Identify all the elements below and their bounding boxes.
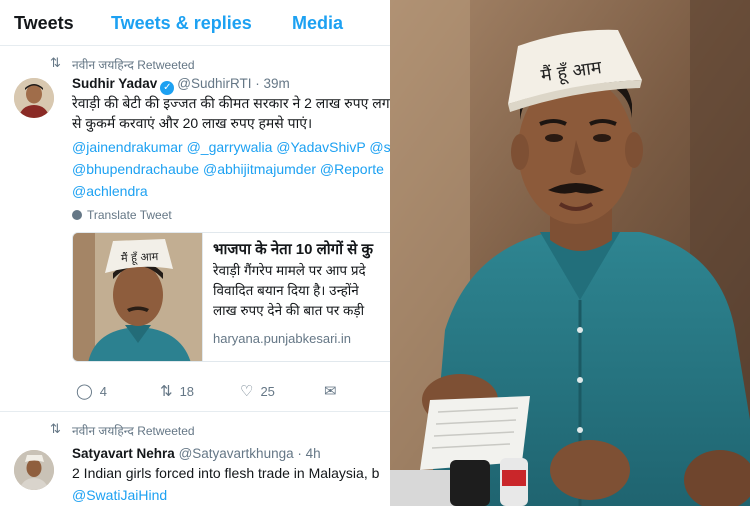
mention-link[interactable]: @bhupendrachaube @abhijitmajumder @Repor…	[72, 158, 390, 180]
like-button[interactable]: ♡ 25	[240, 382, 275, 400]
retweet-icon: ⇅	[50, 55, 61, 70]
twitter-profile-timeline: Tweets Tweets & replies Media ⇅ नवीन जयह…	[0, 0, 390, 506]
tab-tweets[interactable]: Tweets	[14, 13, 74, 34]
tab-tweets-and-replies[interactable]: Tweets & replies	[111, 13, 252, 34]
retweet-icon: ⇅	[50, 421, 61, 436]
globe-icon	[72, 210, 82, 220]
retweet-count: 18	[179, 384, 195, 399]
avatar[interactable]	[14, 78, 54, 118]
tab-media[interactable]: Media	[292, 13, 343, 34]
tweet[interactable]: ⇅ नवीन जयहिन्द Retweeted Satyavart Nehra…	[0, 412, 390, 506]
card-domain: haryana.punjabkesari.in	[213, 331, 352, 346]
tweet-actions: ◯ 4 ⇅ 18 ♡ 25 ✉	[72, 382, 372, 404]
card-description-line: लाख रुपए देने की बात पर कड़ी	[213, 303, 365, 318]
profile-tabs: Tweets Tweets & replies Media	[0, 0, 390, 46]
avatar[interactable]	[14, 450, 54, 490]
translate-label: Translate Tweet	[87, 208, 172, 222]
retweeted-by-label: नवीन जयहिन्द Retweeted	[72, 58, 195, 72]
retweeted-by-label: नवीन जयहिन्द Retweeted	[72, 424, 195, 438]
retweet-context: ⇅ नवीन जयहिन्द Retweeted	[50, 55, 195, 73]
display-name[interactable]: Satyavart Nehra	[72, 446, 175, 461]
retweet-button[interactable]: ⇅ 18	[160, 382, 194, 400]
link-card[interactable]: मैं हूँ आम भाजपा के नेता 10 लोगों से कु …	[72, 232, 390, 362]
mention-link[interactable]: @SwatiJaiHind	[72, 484, 167, 506]
tweet-header: Sudhir Yadav ✓ @SudhirRTI · 39m	[72, 76, 290, 95]
card-body: भाजपा के नेता 10 लोगों से कु रेवाड़ी गैं…	[213, 239, 390, 321]
mention-link[interactable]: @jainendrakumar @_garrywalia @YadavShivP…	[72, 136, 390, 158]
tweet-text-line: 2 Indian girls forced into flesh trade i…	[72, 465, 380, 481]
reply-icon: ◯	[76, 383, 93, 400]
heart-icon: ♡	[240, 383, 254, 400]
reply-button[interactable]: ◯ 4	[76, 382, 107, 400]
card-description-line: रेवाड़ी गैंगरेप मामले पर आप प्रदे	[213, 263, 366, 278]
tweet-text: रेवाड़ी की बेटी की इज्जत की कीमत सरकार न…	[72, 94, 390, 133]
tweet-time[interactable]: · 4h	[297, 446, 320, 461]
tweet[interactable]: ⇅ नवीन जयहिन्द Retweeted Sudhir Yadav ✓ @S…	[0, 46, 390, 412]
tweet-header: Satyavart Nehra @Satyavartkhunga · 4h	[72, 446, 321, 461]
news-photo: मैं हूँ आम	[390, 0, 750, 506]
card-description-line: विवादित बयान दिया है। उन्होंने	[213, 283, 359, 298]
envelope-icon: ✉	[324, 383, 337, 400]
translate-tweet-link[interactable]: Translate Tweet	[72, 208, 172, 222]
retweet-icon: ⇅	[160, 383, 173, 400]
card-title: भाजपा के नेता 10 लोगों से कु	[213, 241, 373, 258]
user-handle[interactable]: @SudhirRTI	[177, 76, 251, 91]
retweet-context: ⇅ नवीन जयहिन्द Retweeted	[50, 421, 195, 439]
mentions: @jainendrakumar @_garrywalia @YadavShivP…	[72, 136, 390, 202]
like-count: 25	[260, 384, 275, 399]
direct-message-button[interactable]: ✉	[324, 382, 344, 400]
tweet-time[interactable]: · 39m	[255, 76, 290, 91]
display-name[interactable]: Sudhir Yadav	[72, 76, 157, 91]
verified-badge-icon: ✓	[160, 81, 175, 95]
reply-count: 4	[99, 384, 108, 399]
tweet-text-line: से कुकर्म करवाएं और 20 लाख रुपए हमसे पाए…	[72, 114, 313, 131]
user-handle[interactable]: @Satyavartkhunga	[179, 446, 294, 461]
tweet-text: 2 Indian girls forced into flesh trade i…	[72, 464, 379, 484]
mentions: @SwatiJaiHind	[72, 484, 167, 506]
mention-link[interactable]: @achlendra	[72, 180, 390, 202]
card-image: मैं हूँ आम	[73, 233, 203, 361]
tweet-text-line: रेवाड़ी की बेटी की इज्जत की कीमत सरकार न…	[72, 95, 390, 111]
